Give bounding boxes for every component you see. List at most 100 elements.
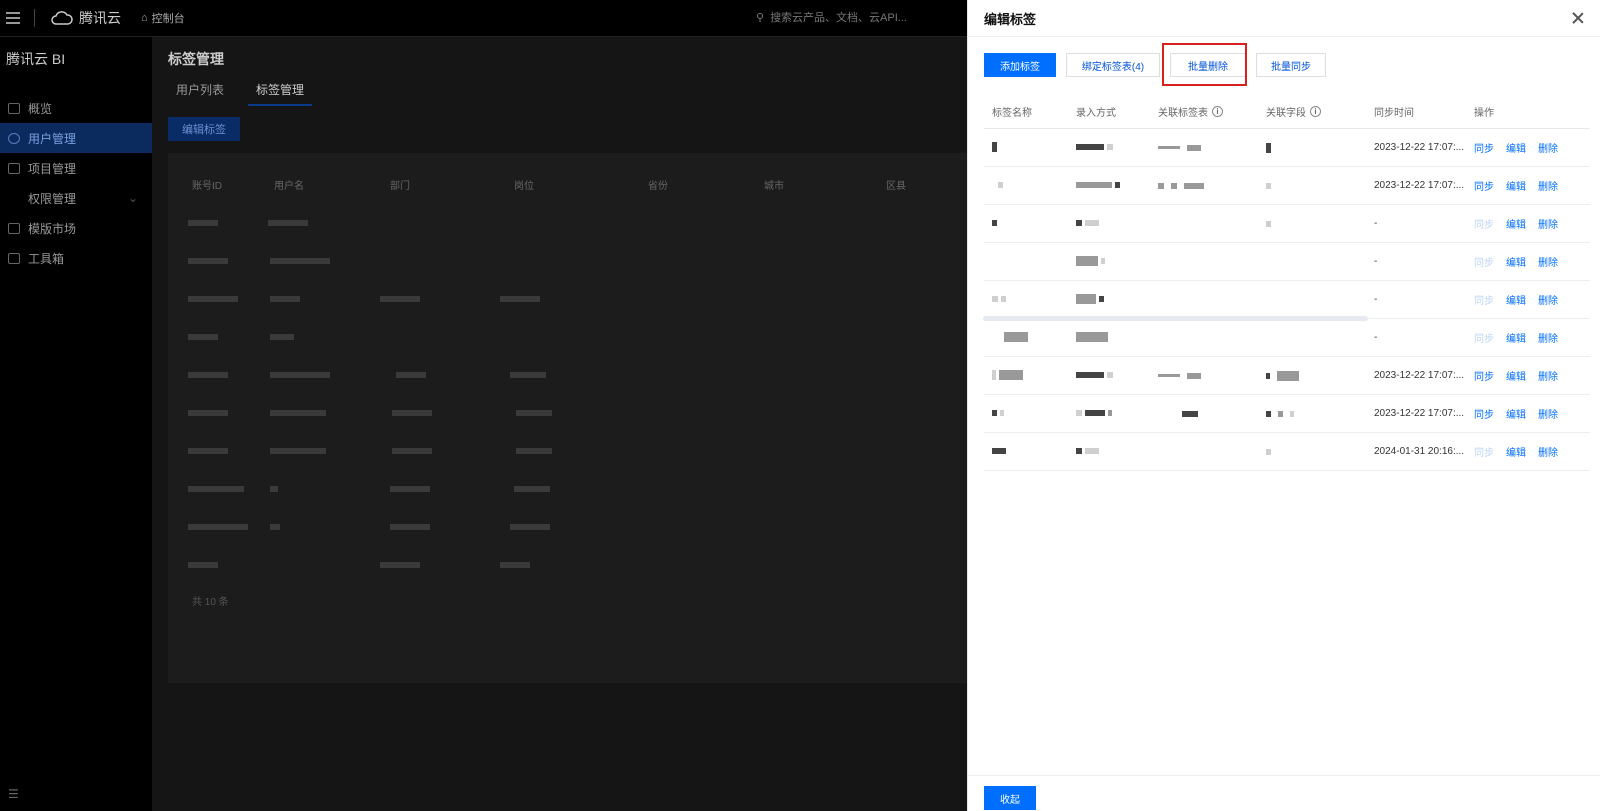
column-header-name: 标签名称 (992, 108, 1032, 119)
delete-link[interactable]: 删除 (1538, 140, 1558, 155)
info-icon[interactable]: i (1212, 106, 1223, 117)
column-header: 用户名 (274, 181, 304, 192)
table-row (188, 557, 540, 568)
delete-link[interactable]: 删除 (1538, 368, 1558, 383)
sidebar-item-label: 工具箱 (28, 251, 65, 266)
add-tag-button[interactable]: 添加标签 (984, 53, 1056, 77)
sync-time-cell: - (1374, 294, 1378, 305)
sync-link[interactable]: 同步 (1474, 444, 1494, 459)
tag-name-cell (984, 218, 1068, 229)
global-search[interactable]: ⚲ 搜索云产品、文档、云API... (756, 9, 907, 25)
edit-link[interactable]: 编辑 (1506, 330, 1526, 345)
input-mode-cell (1068, 256, 1150, 267)
bind-tag-table-button[interactable]: 绑定标签表(4) (1066, 53, 1160, 77)
grid-icon (8, 102, 20, 114)
user-table-header: 账号ID 用户名 部门 岗位 省份 城市 区县 (192, 177, 946, 192)
table-row: - 同步 编辑 删除 (984, 281, 1590, 319)
input-mode-cell (1068, 142, 1150, 153)
edit-link[interactable]: 编辑 (1506, 368, 1526, 383)
sync-time-cell: - (1374, 332, 1378, 343)
related-field-cell (1258, 410, 1366, 417)
table-row (188, 291, 550, 302)
batch-delete-button[interactable]: 批量删除 (1170, 53, 1246, 77)
tag-name-cell (984, 142, 1068, 153)
drawer-toolbar: 添加标签 绑定标签表(4) 批量删除 批量同步 (984, 53, 1326, 77)
sidebar-title: 腾讯云 BI (6, 51, 66, 67)
sync-link[interactable]: 同步 (1474, 216, 1494, 231)
horizontal-scrollbar[interactable] (983, 316, 1368, 321)
sync-link[interactable]: 同步 (1474, 254, 1494, 269)
tag-name-cell (984, 408, 1068, 419)
related-field-cell (1258, 142, 1366, 153)
tag-name-cell (984, 180, 1068, 191)
table-row (188, 367, 556, 378)
related-table-cell (1150, 372, 1258, 379)
sidebar-item-project-management[interactable]: 项目管理 (0, 153, 152, 183)
sync-link[interactable]: 同步 (1474, 406, 1494, 421)
info-icon[interactable]: i (1310, 106, 1321, 117)
column-header: 部门 (390, 181, 410, 192)
input-mode-cell (1068, 180, 1150, 191)
edit-link[interactable]: 编辑 (1506, 140, 1526, 155)
page-title: 标签管理 (168, 51, 224, 67)
batch-sync-button[interactable]: 批量同步 (1256, 53, 1326, 77)
sidebar-item-permission-management[interactable]: 权限管理 ⌄ (0, 183, 152, 213)
sync-link[interactable]: 同步 (1474, 330, 1494, 345)
collapse-sidebar-icon[interactable]: ☰ (8, 787, 19, 801)
input-mode-cell (1068, 408, 1150, 419)
related-table-cell (1150, 182, 1258, 189)
drawer-header: 编辑标签 (968, 0, 1600, 37)
sync-link[interactable]: 同步 (1474, 368, 1494, 383)
sync-time-cell: 2023-12-22 17:07:... (1374, 180, 1465, 191)
tab-user-list[interactable]: 用户列表 (168, 79, 232, 106)
column-header: 岗位 (514, 181, 534, 192)
delete-link[interactable]: 删除 (1538, 444, 1558, 459)
close-icon[interactable] (1572, 12, 1584, 24)
table-row (188, 405, 562, 416)
sidebar-item-toolbox[interactable]: 工具箱 (0, 243, 152, 273)
sync-link[interactable]: 同步 (1474, 292, 1494, 307)
brand-logo[interactable]: 腾讯云 (51, 8, 121, 28)
delete-link[interactable]: 删除 (1538, 292, 1558, 307)
column-header-sync-time: 同步时间 (1374, 108, 1414, 119)
home-icon: ⌂ (141, 12, 148, 24)
sidebar-item-template-market[interactable]: 模版市场 (0, 213, 152, 243)
table-row: 2023-12-22 17:07:... 同步 编辑 删除 (984, 395, 1590, 433)
tab-tag-management[interactable]: 标签管理 (248, 79, 313, 106)
column-header-related-field: 关联字段 i (1258, 104, 1366, 119)
actions-cell: 同步 编辑 删除 (1474, 444, 1590, 459)
delete-link[interactable]: 删除 (1538, 254, 1558, 269)
table-row: 2023-12-22 17:07:... 同步 编辑 删除 (984, 357, 1590, 395)
edit-link[interactable]: 编辑 (1506, 406, 1526, 421)
console-link[interactable]: ⌂ 控制台 (141, 10, 185, 26)
sidebar-item-label: 概览 (28, 101, 53, 116)
edit-link[interactable]: 编辑 (1506, 254, 1526, 269)
edit-link[interactable]: 编辑 (1506, 178, 1526, 193)
input-mode-cell (1068, 370, 1150, 381)
sidebar-item-overview[interactable]: 概览 (0, 93, 152, 123)
edit-link[interactable]: 编辑 (1506, 292, 1526, 307)
delete-link[interactable]: 删除 (1538, 330, 1558, 345)
column-header-input-mode: 录入方式 (1076, 108, 1116, 119)
collapse-button[interactable]: 收起 (984, 786, 1036, 810)
sync-link[interactable]: 同步 (1474, 178, 1494, 193)
divider (34, 9, 35, 27)
actions-cell: 同步 编辑 删除 (1474, 330, 1590, 345)
console-label: 控制台 (151, 13, 185, 25)
input-mode-cell (1068, 294, 1150, 305)
tag-name-cell (984, 294, 1068, 305)
edit-tags-button[interactable]: 编辑标签 (168, 117, 240, 141)
edit-link[interactable]: 编辑 (1506, 444, 1526, 459)
menu-icon[interactable] (6, 12, 20, 24)
sidebar-item-user-management[interactable]: 用户管理 (0, 123, 152, 153)
table-row (188, 215, 318, 226)
sync-link[interactable]: 同步 (1474, 140, 1494, 155)
delete-link[interactable]: 删除 (1538, 216, 1558, 231)
tags-table-header: 标签名称 录入方式 关联标签表 i 关联字段 i 同步时间 操作 (984, 95, 1590, 129)
related-field-cell (1258, 370, 1366, 381)
table-row (188, 253, 340, 264)
delete-link[interactable]: 删除 (1538, 178, 1558, 193)
column-header: 省份 (648, 181, 668, 192)
edit-link[interactable]: 编辑 (1506, 216, 1526, 231)
delete-link[interactable]: 删除 (1538, 406, 1558, 421)
